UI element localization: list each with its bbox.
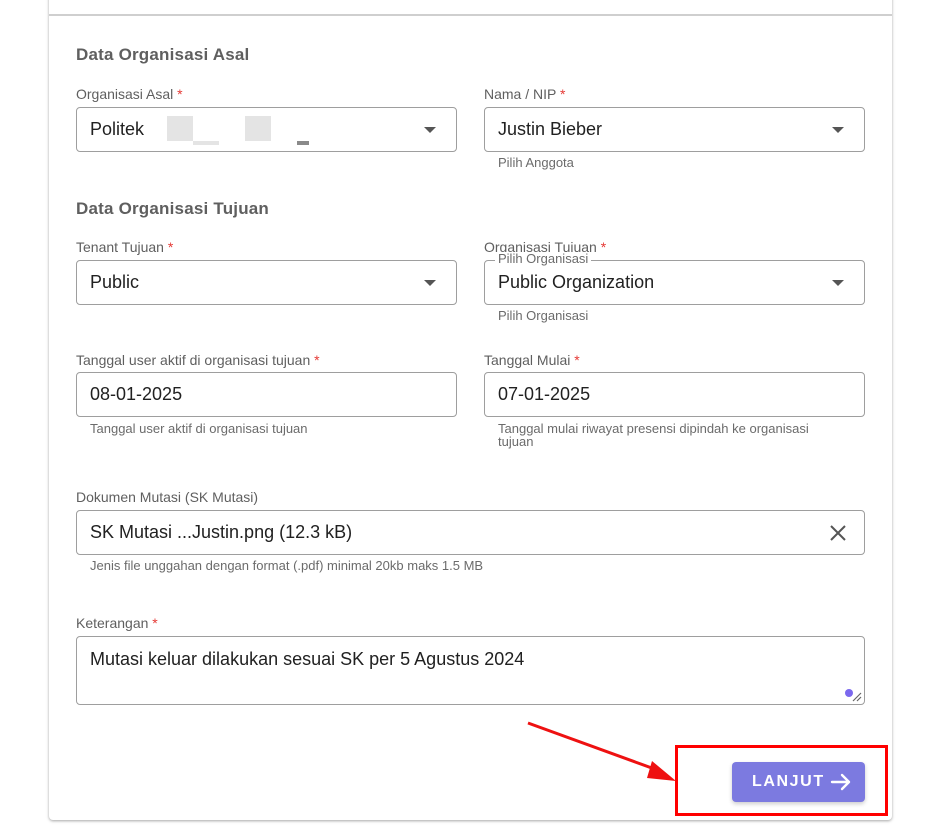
chevron-down-icon[interactable]: [424, 280, 436, 286]
chevron-down-icon[interactable]: [832, 127, 844, 133]
hint-nama-nip: Pilih Anggota: [498, 155, 574, 170]
select-value: Public: [90, 272, 140, 292]
label-text: Nama / NIP: [484, 86, 557, 102]
select-organisasi-tujuan[interactable]: Pilih Organisasi Public Organization: [484, 252, 865, 305]
hint-dokumen-mutasi: Jenis file unggahan dengan format (.pdf)…: [90, 558, 484, 573]
label-text: Keterangan: [76, 615, 149, 631]
chevron-down-icon[interactable]: [832, 280, 844, 286]
file-chip: SK Mutasi ...Justin.png (12.3 kB): [90, 522, 353, 542]
input-value: 08-01-2025: [90, 384, 183, 404]
required-marker: *: [560, 86, 566, 102]
required-marker: *: [177, 86, 183, 102]
input-value: 07-01-2025: [498, 384, 591, 404]
label-text: Tanggal user aktif di organisasi tujuan: [76, 352, 311, 368]
required-marker: *: [152, 615, 158, 631]
highlight-box: [675, 745, 888, 816]
hint-tanggal-mulai-line1: Tanggal mulai riwayat presensi dipindah …: [498, 421, 809, 436]
date-input-tanggal-aktif[interactable]: 08-01-2025: [76, 372, 457, 417]
label-text: Organisasi Asal: [76, 86, 174, 102]
date-input-tanggal-mulai[interactable]: 07-01-2025: [484, 372, 865, 417]
hint-tanggal-aktif: Tanggal user aktif di organisasi tujuan: [90, 421, 308, 436]
required-marker: *: [574, 352, 580, 368]
file-input-dokumen-mutasi[interactable]: SK Mutasi ...Justin.png (12.3 kB): [76, 510, 865, 555]
section-title-destination: Data Organisasi Tujuan: [76, 199, 270, 218]
select-value: Public Organization: [498, 272, 655, 292]
select-value: Politek: [90, 119, 145, 139]
close-icon[interactable]: [828, 523, 848, 543]
hint-organisasi-tujuan: Pilih Organisasi: [498, 308, 589, 323]
label-tanggal-mulai: Tanggal Mulai *: [484, 352, 580, 368]
textarea-value: Mutasi keluar dilakukan sesuai SK per 5 …: [90, 649, 525, 669]
required-marker: *: [314, 352, 320, 368]
label-nama-nip: Nama / NIP *: [484, 86, 565, 102]
label-tenant-tujuan: Tenant Tujuan *: [76, 239, 173, 255]
select-tenant-tujuan[interactable]: Public: [76, 260, 457, 305]
label-keterangan: Keterangan *: [76, 615, 158, 631]
required-marker: *: [600, 239, 607, 255]
chevron-down-icon[interactable]: [424, 127, 436, 133]
label-tanggal-aktif: Tanggal user aktif di organisasi tujuan …: [76, 352, 320, 368]
required-marker: *: [167, 239, 174, 255]
hint-tanggal-mulai-line2: tujuan: [498, 434, 534, 449]
redacted-block: [193, 141, 219, 145]
select-nama-nip[interactable]: Justin Bieber: [484, 107, 865, 152]
card-divider: [49, 14, 892, 16]
label-text: Tenant Tujuan: [76, 239, 164, 255]
resize-handle-icon[interactable]: [850, 690, 862, 702]
label-text: Dokumen Mutasi (SK Mutasi): [76, 489, 259, 505]
floating-label: Pilih Organisasi: [495, 252, 592, 266]
redacted-block: [297, 141, 309, 145]
label-dokumen-mutasi: Dokumen Mutasi (SK Mutasi): [76, 489, 258, 505]
redacted-block: [167, 116, 193, 141]
select-value: Justin Bieber: [498, 119, 603, 139]
textarea-keterangan[interactable]: Mutasi keluar dilakukan sesuai SK per 5 …: [76, 636, 865, 705]
label-organisasi-asal: Organisasi Asal *: [76, 86, 183, 102]
label-text: Tanggal Mulai: [484, 352, 571, 368]
annotation-arrow-icon: [527, 721, 676, 781]
redacted-block: [245, 116, 271, 141]
select-organisasi-asal[interactable]: Politek: [76, 107, 457, 152]
section-title-origin: Data Organisasi Asal: [76, 45, 250, 64]
